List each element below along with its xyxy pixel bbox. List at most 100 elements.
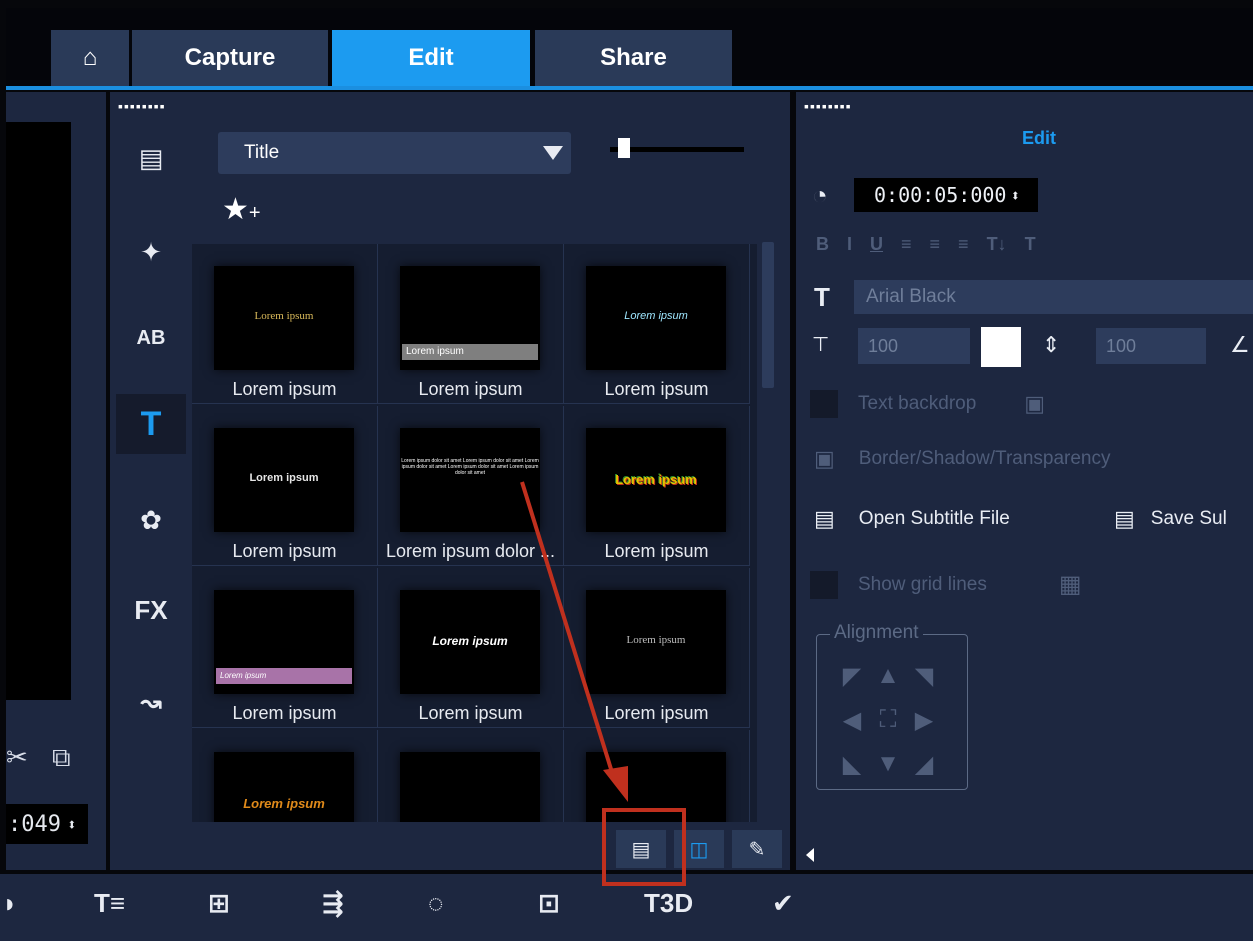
align-right-button[interactable]: ≡ [958,234,969,255]
align-right-icon[interactable]: ▶ [906,698,942,742]
title-icon[interactable]: T [116,394,186,454]
align-top-left-icon[interactable]: ◤ [834,654,870,698]
border-shadow-row[interactable]: ▣ Border/Shadow/Transparency [814,446,1111,472]
title-preset-thumbnail[interactable]: Lorem ipsum [586,590,726,694]
bold-button[interactable]: B [816,234,829,255]
align-bottom-right-icon[interactable]: ◢ [906,742,942,786]
home-icon: ⌂ [82,44,98,71]
title-preset-item[interactable]: Lorem ipsum Lorem ipsum [192,568,378,728]
timecode-stepper-icon[interactable]: ⬍ [67,815,77,834]
tab-share[interactable]: Share [535,30,732,86]
title-preset-thumbnail[interactable]: Lorem ipsum [400,266,540,370]
title-preset-item[interactable]: Lorem ipsum Lorem ipsum [378,568,564,728]
duration-field[interactable]: 0:00:05:000 ⬍ [854,178,1038,212]
title-preset-item[interactable]: Lorem ipsum Lorem ipsum [564,244,750,404]
title-preset-item[interactable]: Lorem ipsum [192,730,378,822]
line-spacing-field[interactable]: 100 [1096,328,1206,364]
grid-settings-icon[interactable]: ▦ [1059,570,1082,599]
align-center-icon[interactable]: ⛶ [870,698,906,742]
fx-icon[interactable]: FX [116,580,186,640]
align-top-right-icon[interactable]: ◥ [906,654,942,698]
save-subtitle-button[interactable]: ▤ Save Sul [1114,506,1227,532]
check-tool-icon[interactable]: ✔ [772,888,794,919]
library-nav: ▤ ✦ AB T ✿ FX ↝ [110,112,192,870]
instant-project-icon[interactable]: ✦ [116,222,186,282]
font-name-field[interactable]: Arial Black [854,280,1253,314]
align-top-icon[interactable]: ▲ [870,654,906,698]
title-preset-item[interactable]: Lorem ipsum Lorem ipsum [378,244,564,404]
tab-edit[interactable]: Edit [332,30,530,86]
title-preset-thumbnail[interactable]: Lorem ipsum dolor sit amet Lorem ipsum d… [400,428,540,532]
transition-icon[interactable]: AB [116,308,186,368]
align-left-button[interactable]: ≡ [901,234,912,255]
mix-icon[interactable]: ◗ [2,888,18,919]
options-header: Edit [1022,128,1056,148]
panel-grip-icon[interactable]: ▪▪▪▪▪▪▪▪ [804,98,852,114]
title-preset-item[interactable]: Lorem ipsum dolor sit amet Lorem ipsum d… [378,406,564,566]
vertical-text-button[interactable]: T↓ [987,234,1007,255]
title-preset-item[interactable]: Lorem ipsum Lorem ipsum [564,568,750,728]
title-preset-item[interactable]: Lorem ipsum Lorem ipsum [192,406,378,566]
title-library-grid: Lorem ipsum Lorem ipsum Lorem ipsum Lorem i… [192,244,757,822]
subtitle-editor-icon[interactable]: T≡ [94,888,125,919]
library-scrollbar[interactable] [762,242,774,388]
title-sample-text: Lorem ipsum [243,796,325,811]
graphics-icon[interactable]: ✿ [116,490,186,550]
category-dropdown[interactable]: Title [218,132,571,174]
font-size-field[interactable]: 100 [858,328,970,364]
title-preset-thumbnail[interactable]: Lorem ipsum [214,590,354,694]
options-panel-button[interactable]: ✎ [732,830,782,868]
angle-icon[interactable]: ∠ [1230,332,1250,358]
multi-view-icon[interactable]: ⊞ [208,888,230,919]
text-backdrop-row[interactable]: Text backdrop ▣ [810,390,1045,418]
backdrop-settings-icon[interactable]: ▣ [1024,391,1045,417]
split-view-icon: ◫ [689,838,709,861]
preview-video [6,122,71,700]
title-preset-thumbnail[interactable]: Lorem ipsum [214,752,354,822]
tab-capture[interactable]: Capture [132,30,328,86]
title-preset-thumbnail[interactable]: Lorem ipsum [214,428,354,532]
title-preset-thumbnail[interactable]: Lorem ipsum [400,590,540,694]
clock-icon: ◔ [812,180,828,210]
title-preset-item[interactable]: Lorem ipsum Lorem ipsum [564,406,750,566]
reverse-text-button[interactable]: T [1025,234,1036,255]
tab-home[interactable]: ⌂ [51,30,129,86]
title-sample-text: Lorem ipsum [249,472,319,484]
collapse-panel-icon[interactable] [806,848,814,862]
motion-icon[interactable]: ⇶ [322,888,344,919]
title-preset-item[interactable] [378,730,564,822]
path-icon[interactable]: ↝ [116,672,186,732]
slider-thumb[interactable] [618,138,630,158]
title-preset-caption: Lorem ipsum [418,379,523,399]
media-icon[interactable]: ▤ [116,128,186,188]
show-grid-row[interactable]: Show grid lines ▦ [810,570,1082,599]
preview-timecode[interactable]: :049 ⬍ [6,804,88,844]
underline-button[interactable]: U [870,234,883,255]
align-center-button[interactable]: ≡ [930,234,941,255]
mask-icon[interactable]: ◌ [428,888,443,919]
title-preset-thumbnail[interactable]: Lorem ipsum [586,428,726,532]
track-icon[interactable]: ⊡ [538,888,560,919]
app-window: ⌂ Capture Edit Share ✂ ⧉ :049 ⬍ ▪▪▪▪▪▪▪▪… [0,0,1253,941]
open-subtitle-button[interactable]: ▤ Open Subtitle File [814,506,1010,532]
title-preset-thumbnail[interactable]: Lorem ipsum [586,266,726,370]
duration-stepper-icon[interactable]: ⬍ [1010,186,1020,205]
align-left-icon[interactable]: ◀ [834,698,870,742]
title-preset-thumbnail[interactable]: Lorem ipsum [214,266,354,370]
add-favorite-icon[interactable]: ★+ [222,192,261,227]
align-bottom-icon[interactable]: ▼ [870,742,906,786]
thumbnail-size-slider[interactable] [610,147,744,152]
scissors-icon[interactable]: ✂ [6,742,28,773]
italic-button[interactable]: I [847,234,852,255]
show-grid-checkbox[interactable] [810,570,838,599]
title-preset-thumbnail[interactable] [400,752,540,822]
align-bottom-left-icon[interactable]: ◣ [834,742,870,786]
3d-title-icon[interactable]: T3D [644,888,693,919]
top-tab-bar: ⌂ Capture Edit Share [6,8,1253,90]
font-color-swatch[interactable] [981,327,1021,367]
title-preset-caption: Lorem ipsum [232,703,337,723]
title-preset-item[interactable]: Lorem ipsum Lorem ipsum [192,244,378,404]
title-preset-caption: Lorem ipsum [604,541,709,561]
copy-clip-icon[interactable]: ⧉ [52,742,71,774]
text-backdrop-checkbox[interactable] [810,390,838,418]
